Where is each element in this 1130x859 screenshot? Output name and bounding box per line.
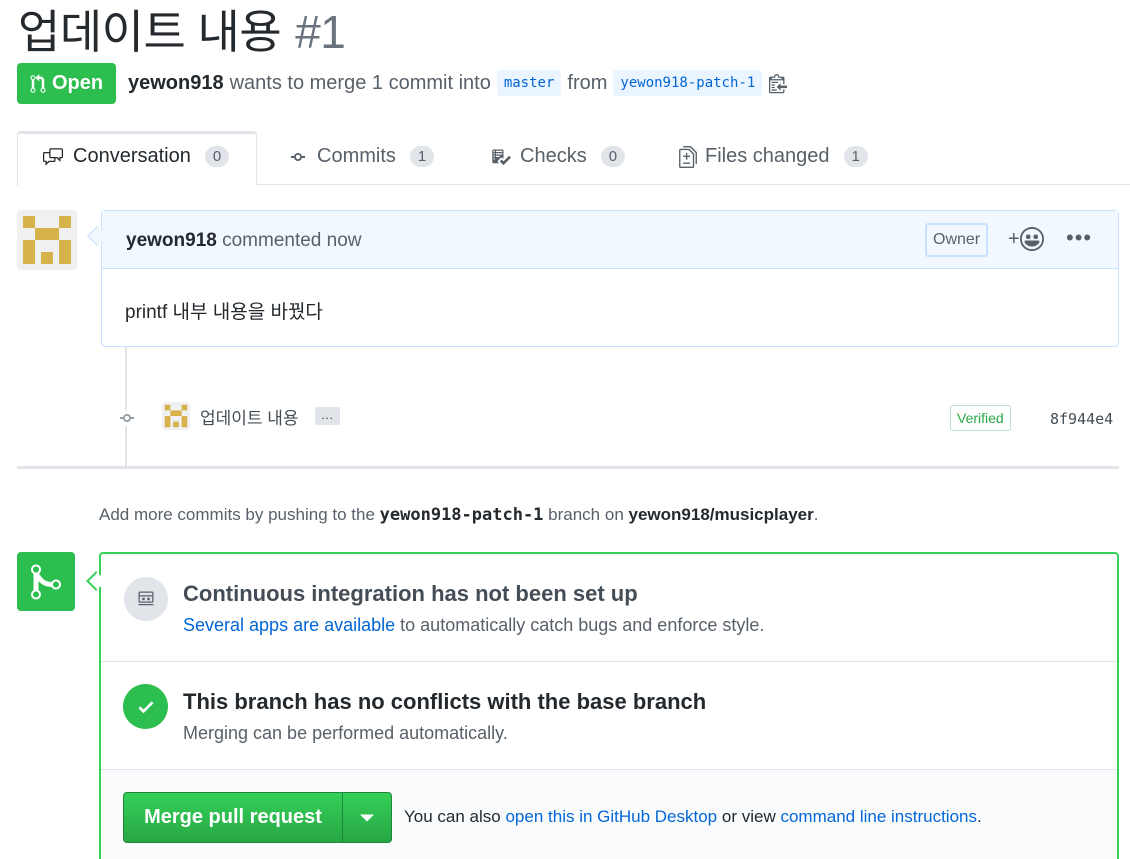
command-line-link[interactable]: command line instructions <box>780 807 977 826</box>
timeline-line <box>125 347 127 467</box>
merge-alternatives: You can also open this in GitHub Desktop… <box>404 807 982 827</box>
commit-row: 업데이트 내용 … <box>162 402 340 430</box>
pr-number: #1 <box>295 6 346 58</box>
owner-badge: Owner <box>925 223 989 257</box>
merge-options-dropdown[interactable] <box>343 793 391 842</box>
comment-meta: yewon918 commented now <box>126 230 362 252</box>
base-branch-label[interactable]: master <box>496 70 562 96</box>
timeline-divider <box>17 466 1119 469</box>
github-desktop-link[interactable]: open this in GitHub Desktop <box>505 807 717 826</box>
add-reaction-button[interactable]: + <box>1008 227 1044 251</box>
commit-sha-link[interactable]: 8f944e4 <box>1050 410 1113 428</box>
hint-suffix: . <box>813 505 819 524</box>
tab-files-changed[interactable]: Files changed 1 <box>679 145 868 168</box>
tab-conversation[interactable]: Conversation 0 <box>41 145 230 168</box>
pr-meta-text: wants to merge 1 commit into <box>229 71 491 94</box>
ci-icon <box>124 577 168 621</box>
merge-button-group: Merge pull request <box>123 792 392 843</box>
hint-repo: yewon918/musicplayer <box>628 505 814 524</box>
tab-commits-count: 1 <box>409 146 435 167</box>
tab-files-changed-label: Files changed <box>705 145 830 167</box>
git-pull-request-icon <box>30 73 46 93</box>
also-suffix: . <box>977 807 982 826</box>
comment-discussion-icon <box>43 147 63 166</box>
pr-state-label: Open <box>51 72 104 94</box>
tab-conversation-count: 0 <box>204 146 230 167</box>
plus-sign: + <box>1008 227 1020 250</box>
comment-author[interactable]: yewon918 <box>126 230 217 251</box>
also-middle: or view <box>721 807 776 826</box>
triangle-down-icon <box>360 814 374 821</box>
pr-state-badge: Open <box>17 63 116 104</box>
no-conflicts-subtitle: Merging can be performed automatically. <box>183 723 508 743</box>
hint-middle: branch on <box>548 505 624 524</box>
tab-conversation-label: Conversation <box>73 145 191 167</box>
comment-action: commented now <box>222 230 362 251</box>
identicon-small <box>162 402 190 430</box>
git-merge-icon <box>17 552 75 611</box>
commit-avatar[interactable] <box>162 402 190 430</box>
tab-files-changed-count: 1 <box>843 146 868 167</box>
clipboard-copy-icon[interactable] <box>768 72 788 94</box>
hint-branch: yewon918-patch-1 <box>379 505 544 525</box>
avatar[interactable] <box>17 210 77 270</box>
no-conflicts-title: This branch has no conflicts with the ba… <box>183 689 707 714</box>
push-hint: Add more commits by pushing to the yewon… <box>99 505 818 525</box>
commit-message-link[interactable]: 업데이트 내용 <box>200 404 299 429</box>
tab-checks[interactable]: Checks 0 <box>490 145 626 168</box>
ci-apps-link[interactable]: Several apps are available <box>183 615 395 635</box>
git-commit-icon <box>291 152 305 161</box>
merge-pull-request-button[interactable]: Merge pull request <box>124 793 343 842</box>
pr-author-link[interactable]: yewon918 <box>128 72 224 95</box>
ci-title: Continuous integration has not been set … <box>183 581 638 606</box>
head-branch-label[interactable]: yewon918-patch-1 <box>613 70 763 96</box>
smiley-icon <box>1019 227 1044 251</box>
tab-commits-label: Commits <box>317 145 396 167</box>
comment-body: printf 내부 내용을 바꿨다 <box>125 302 323 323</box>
tab-checks-count: 0 <box>600 146 626 167</box>
ci-subtitle: Several apps are available to automatica… <box>183 615 764 636</box>
git-commit-node-icon <box>116 410 138 431</box>
pr-title-text: 업데이트 내용 <box>18 6 282 58</box>
comment-header: yewon918 commented now Owner + ••• <box>102 211 1118 269</box>
verified-badge[interactable]: Verified <box>950 405 1011 431</box>
merge-separator <box>101 661 1117 662</box>
commit-expand-button[interactable]: … <box>314 407 340 425</box>
more-options-button[interactable]: ••• <box>1066 225 1092 251</box>
check-circle-icon <box>123 684 168 729</box>
tab-checks-label: Checks <box>520 145 587 167</box>
hint-prefix: Add more commits by pushing to the <box>99 505 375 524</box>
ci-rest-text: to automatically catch bugs and enforce … <box>400 615 765 635</box>
from-text: from <box>567 71 608 94</box>
comment-box: yewon918 commented now Owner + ••• print… <box>101 210 1119 347</box>
pr-meta: yewon918 wants to merge 1 commit into ma… <box>128 70 788 96</box>
diff-icon <box>679 145 697 168</box>
pr-title: 업데이트 내용 #1 <box>18 0 346 62</box>
identicon <box>17 210 77 270</box>
checklist-icon <box>492 149 511 165</box>
also-prefix: You can also <box>404 807 501 826</box>
tab-commits[interactable]: Commits 1 <box>287 145 435 168</box>
